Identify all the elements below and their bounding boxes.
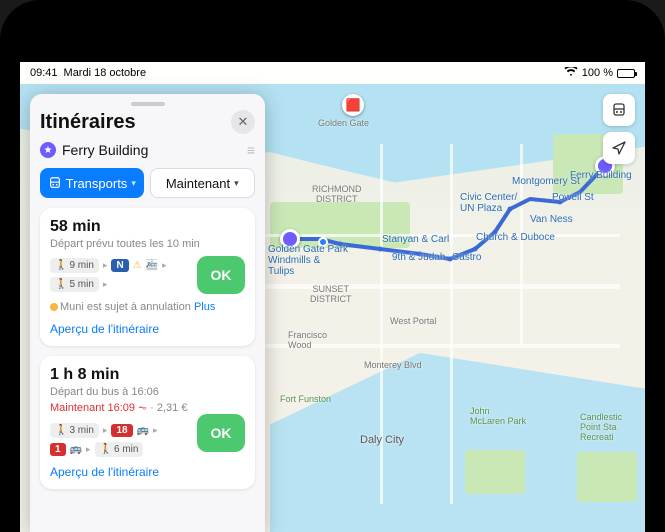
status-time: 09:41 xyxy=(30,67,58,79)
label-ggp[interactable]: Golden Gate Park Windmills & Tulips xyxy=(268,244,348,277)
transit-mode-button[interactable] xyxy=(603,94,635,126)
chevron-down-icon: ▾ xyxy=(131,178,136,189)
label-civic-center[interactable]: Civic Center/ UN Plaza xyxy=(460,192,517,214)
line-badge-1: 1 xyxy=(50,443,66,456)
bus-icon: 🚌 xyxy=(137,425,149,436)
label-van-ness[interactable]: Van Ness xyxy=(530,214,573,225)
chevron-down-icon: ▾ xyxy=(234,178,239,189)
route-option-1[interactable]: 58 min Départ prévu toutes les 10 min 🚶 … xyxy=(40,208,255,346)
route2-duration: 1 h 8 min xyxy=(50,366,245,384)
battery-pct: 100 % xyxy=(582,67,613,79)
label-west-portal: West Portal xyxy=(390,316,436,326)
label-fwood: Francisco Wood xyxy=(288,330,327,350)
walk-segment: 🚶 6 min xyxy=(95,442,144,457)
directions-panel: Itinéraires ✕ ★ Ferry Building ≡ Transpo… xyxy=(30,94,265,532)
walk-segment: 🚶 3 min xyxy=(50,423,99,438)
label-mclaren: John McLaren Park xyxy=(470,406,526,426)
label-powell[interactable]: Powell St xyxy=(552,192,594,203)
line-badge-n: N xyxy=(111,259,128,272)
walk-segment: 🚶 5 min xyxy=(50,277,99,292)
transport-mode-chip[interactable]: Transports ▾ xyxy=(40,168,144,198)
alert-more-link[interactable]: Plus xyxy=(194,301,215,313)
destination-icon: ★ xyxy=(40,142,56,158)
label-church-duboce[interactable]: Church & Duboce xyxy=(476,232,555,243)
status-bar: 09:41 Mardi 18 octobre 100 % xyxy=(20,62,645,84)
walk-segment: 🚶 9 min xyxy=(50,258,99,273)
bus-icon: 🚌 xyxy=(70,444,82,455)
label-castro[interactable]: Castro xyxy=(452,252,481,263)
route-option-2[interactable]: 1 h 8 min Départ du bus à 16:06 Maintena… xyxy=(40,356,255,489)
label-monterey: Monterey Blvd xyxy=(364,360,422,370)
route1-alert: Muni est sujet à annulation Plus xyxy=(50,300,245,314)
transit-icon xyxy=(48,176,62,190)
destination-row[interactable]: ★ Ferry Building ≡ xyxy=(40,142,255,158)
label-richmond: RICHMOND DISTRICT xyxy=(312,184,362,204)
label-candlestick: Candlestic Point Sta Recreati xyxy=(580,412,622,442)
line-badge-18: 18 xyxy=(111,424,132,437)
preview-route-1[interactable]: Aperçu de l'itinéraire xyxy=(50,322,245,336)
route2-subtitle: Départ du bus à 16:06 xyxy=(50,386,245,398)
battery-icon xyxy=(617,69,635,78)
warning-icon: ⚠︎ xyxy=(133,260,142,271)
wifi-icon xyxy=(564,67,578,80)
label-golden-gate: Golden Gate xyxy=(318,118,369,128)
live-icon: ⏦ xyxy=(138,402,150,414)
label-montgomery[interactable]: Montgomery St xyxy=(512,176,580,187)
panel-title: Itinéraires xyxy=(40,111,136,134)
locate-me-button[interactable] xyxy=(603,132,635,164)
park-mclaren xyxy=(465,450,525,494)
go-button-2[interactable]: OK xyxy=(197,414,245,452)
route1-subtitle: Départ prévu toutes les 10 min xyxy=(50,238,245,250)
close-button[interactable]: ✕ xyxy=(231,110,255,134)
route1-duration: 58 min xyxy=(50,218,245,236)
destination-name: Ferry Building xyxy=(62,142,241,158)
depart-time-chip[interactable]: Maintenant ▾ xyxy=(150,168,256,198)
alert-dot-icon xyxy=(50,303,58,311)
label-daly: Daly City xyxy=(360,434,404,446)
status-date: Mardi 18 octobre xyxy=(64,67,147,79)
train-icon: 🚈 xyxy=(146,260,158,271)
landmark-golden-gate[interactable]: 🟥 xyxy=(342,94,364,116)
go-button-1[interactable]: OK xyxy=(197,256,245,294)
park-candlestick xyxy=(577,452,637,502)
panel-grabber[interactable] xyxy=(131,102,165,106)
label-sunset: SUNSET DISTRICT xyxy=(310,284,352,304)
label-stanyan[interactable]: Stanyan & Carl xyxy=(382,234,449,245)
reorder-icon[interactable]: ≡ xyxy=(247,142,255,158)
label-9th-judah[interactable]: 9th & Judah xyxy=(392,252,445,263)
label-fort-funston: Fort Funston xyxy=(280,394,331,404)
preview-route-2[interactable]: Aperçu de l'itinéraire xyxy=(50,465,245,479)
